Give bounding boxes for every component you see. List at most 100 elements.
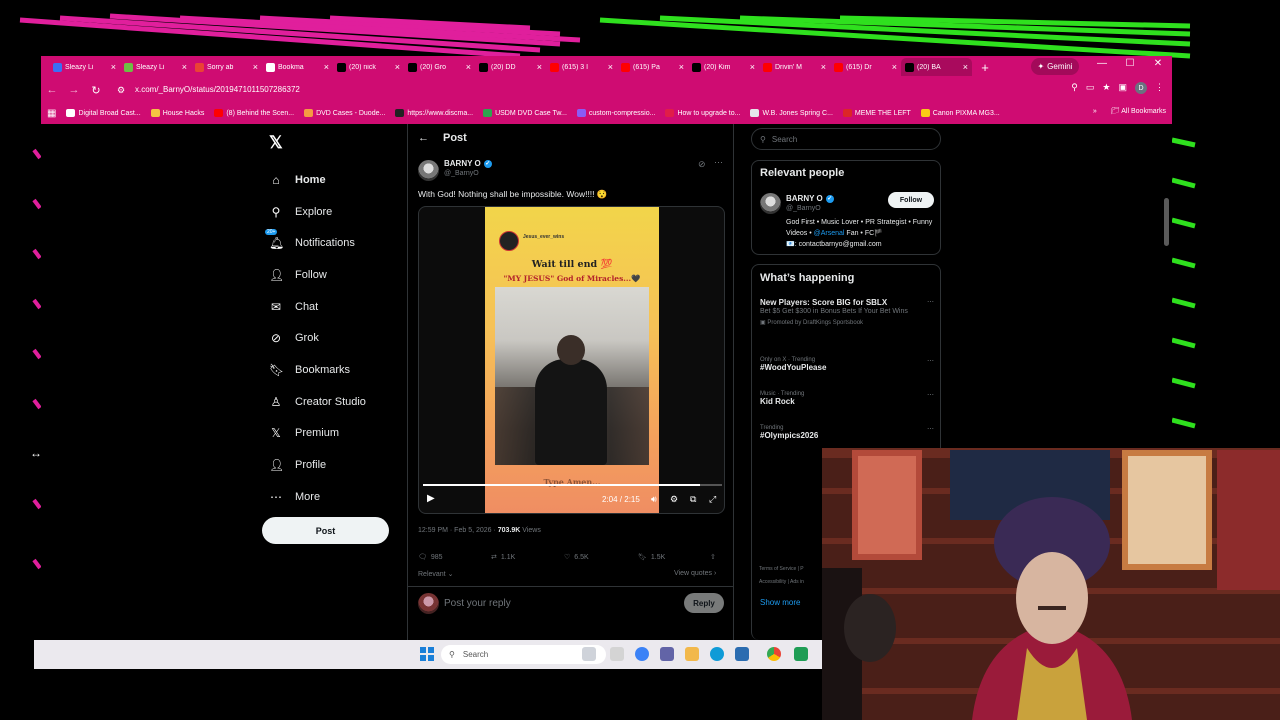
author-avatar[interactable]	[418, 160, 439, 181]
gemini-button[interactable]: ✦ Gemini	[1031, 58, 1079, 75]
volume-icon[interactable]: 🔊︎	[651, 494, 657, 505]
browser-tab[interactable]: (615) Pa ×	[617, 58, 688, 76]
nav-item-bookmarks[interactable]: 🔖︎ Bookmarks	[269, 354, 366, 386]
grok-explain-icon[interactable]: ⊘	[698, 159, 706, 170]
play-icon[interactable]: ▶	[427, 493, 435, 504]
trend-item[interactable]: Trending #Olympics2026 ⋯	[760, 425, 936, 440]
extensions-icon[interactable]: ▣	[1118, 82, 1127, 94]
trend-more-icon[interactable]: ⋯	[927, 298, 934, 306]
nav-item-profile[interactable]: 👤︎ Profile	[269, 449, 366, 481]
browser-tab[interactable]: Sleazy Li ×	[49, 58, 120, 76]
copilot-icon[interactable]	[635, 647, 649, 661]
bookmark-item[interactable]: USDM DVD Case Tw...	[483, 109, 567, 117]
close-tab-icon[interactable]: ×	[324, 62, 329, 72]
relevant-handle[interactable]: @_BarnyO	[786, 205, 821, 212]
bookmark-item[interactable]: https://www.discma...	[395, 109, 473, 117]
nav-item-creator-studio[interactable]: ♙ Creator Studio	[269, 386, 366, 418]
close-tab-icon[interactable]: ×	[679, 62, 684, 72]
file-icon[interactable]	[610, 647, 624, 661]
browser-tab[interactable]: (20) BA ×	[901, 58, 972, 76]
bookmark-star-icon[interactable]: ★	[1102, 82, 1110, 94]
author-name[interactable]: BARNY O ✓	[444, 159, 492, 168]
trend-more-icon[interactable]: ⋯	[927, 425, 934, 433]
video-frame[interactable]: Jesus_ever_wins Wait till end 💯 "MY JESU…	[485, 207, 659, 513]
more-bookmarks-icon[interactable]: »	[1093, 108, 1097, 115]
nav-item-premium[interactable]: 𝕏 Premium	[269, 418, 366, 450]
browser-tab[interactable]: Sleazy Li ×	[120, 58, 191, 76]
bookmark-item[interactable]: MEME THE LEFT	[842, 109, 911, 117]
close-tab-icon[interactable]: ×	[537, 62, 542, 72]
author-handle[interactable]: @_BarnyO	[444, 170, 479, 177]
video-progress-bar[interactable]	[423, 484, 722, 486]
start-icon[interactable]	[420, 647, 434, 661]
close-tab-icon[interactable]: ×	[750, 62, 755, 72]
pip-icon[interactable]: ⧉	[690, 494, 696, 505]
show-more-link[interactable]: Show more	[760, 598, 800, 607]
profile-avatar[interactable]: D	[1135, 82, 1147, 94]
store-icon[interactable]	[735, 647, 749, 661]
nav-item-explore[interactable]: ⚲ Explore	[269, 196, 366, 228]
menu-icon[interactable]: ⋮	[1155, 82, 1164, 94]
reply-input[interactable]: Post your reply	[444, 598, 511, 609]
close-tab-icon[interactable]: ×	[395, 62, 400, 72]
bookmark-item[interactable]: House Hacks	[150, 109, 204, 117]
browser-tab[interactable]: (615) Dr ×	[830, 58, 901, 76]
nav-item-grok[interactable]: ⊘ Grok	[269, 322, 366, 354]
close-tab-icon[interactable]: ×	[253, 62, 258, 72]
scrollbar-thumb[interactable]	[1164, 198, 1169, 246]
share-icon[interactable]: ⇧	[710, 553, 716, 561]
fullscreen-icon[interactable]: ⤢	[709, 494, 716, 505]
close-tab-icon[interactable]: ×	[182, 62, 187, 72]
trend-item[interactable]: Only on X · Trending #WoodYouPlease ⋯	[760, 357, 936, 372]
nav-item-notifications[interactable]: 🔔︎ 20+ Notifications	[265, 227, 366, 259]
trend-item[interactable]: New Players: Score BIG for SBLX Bet $5 G…	[760, 298, 936, 326]
x-logo[interactable]: 𝕏	[269, 133, 283, 153]
nav-item-follow[interactable]: 👤︎ Follow	[269, 259, 366, 291]
forward-icon[interactable]: →	[63, 84, 85, 96]
close-tab-icon[interactable]: ×	[466, 62, 471, 72]
follow-button[interactable]: Follow	[888, 192, 934, 208]
post-more-icon[interactable]: ⋯	[714, 157, 723, 168]
close-tab-icon[interactable]: ×	[821, 62, 826, 72]
chrome-icon[interactable]	[767, 647, 781, 661]
close-tab-icon[interactable]: ×	[963, 62, 968, 72]
nav-item-more[interactable]: ⋯ More	[269, 481, 366, 513]
trend-more-icon[interactable]: ⋯	[927, 357, 934, 365]
edge-icon[interactable]	[710, 647, 724, 661]
bio-mention-link[interactable]: @Arsenal	[814, 230, 845, 237]
new-tab-icon[interactable]: +	[976, 60, 994, 75]
browser-tab[interactable]: Bookma ×	[262, 58, 333, 76]
back-icon[interactable]: ←	[41, 84, 63, 96]
search-input[interactable]: ⚲ Search	[751, 128, 941, 150]
task-view-icon[interactable]	[582, 647, 596, 661]
relevant-avatar[interactable]	[760, 193, 781, 214]
browser-tab[interactable]: (20) DD ×	[475, 58, 546, 76]
app-icon[interactable]	[794, 647, 808, 661]
site-info-icon[interactable]: ⚙	[117, 82, 125, 98]
trend-item[interactable]: Music · Trending Kid Rock ⋯	[760, 391, 936, 406]
bookmark-item[interactable]: (8) Behind the Scen...	[214, 109, 294, 117]
close-tab-icon[interactable]: ×	[892, 62, 897, 72]
settings-icon[interactable]: ⚙	[670, 494, 678, 505]
nav-item-home[interactable]: ⌂ Home	[269, 164, 366, 196]
video-player[interactable]: Jesus_ever_wins Wait till end 💯 "MY JESU…	[418, 206, 725, 514]
maximize-icon[interactable]: ☐	[1122, 58, 1138, 69]
bookmark-item[interactable]: DVD Cases - Duode...	[304, 109, 385, 117]
browser-tab[interactable]: (20) nick ×	[333, 58, 404, 76]
view-quotes-link[interactable]: View quotes ›	[674, 570, 716, 577]
bookmark-item[interactable]: custom-compressio...	[576, 109, 655, 117]
relevant-name[interactable]: BARNY O ✓	[786, 194, 834, 203]
browser-tab[interactable]: (20) Gro ×	[404, 58, 475, 76]
sort-replies-dropdown[interactable]: Relevant ⌄	[418, 570, 453, 578]
file-explorer-icon[interactable]	[685, 647, 699, 661]
browser-tab[interactable]: (20) Kim ×	[688, 58, 759, 76]
reload-icon[interactable]: ↻	[85, 84, 107, 97]
close-window-icon[interactable]: ✕	[1150, 58, 1166, 69]
close-tab-icon[interactable]: ×	[111, 62, 116, 72]
zoom-icon[interactable]: ⚲	[1071, 82, 1078, 94]
apps-icon[interactable]: ▦	[47, 108, 56, 119]
trend-more-icon[interactable]: ⋯	[927, 391, 934, 399]
like-action[interactable]: ♡ 6.5K	[564, 553, 589, 562]
post-button[interactable]: Post	[262, 517, 389, 544]
back-arrow-icon[interactable]: ←	[418, 132, 429, 144]
